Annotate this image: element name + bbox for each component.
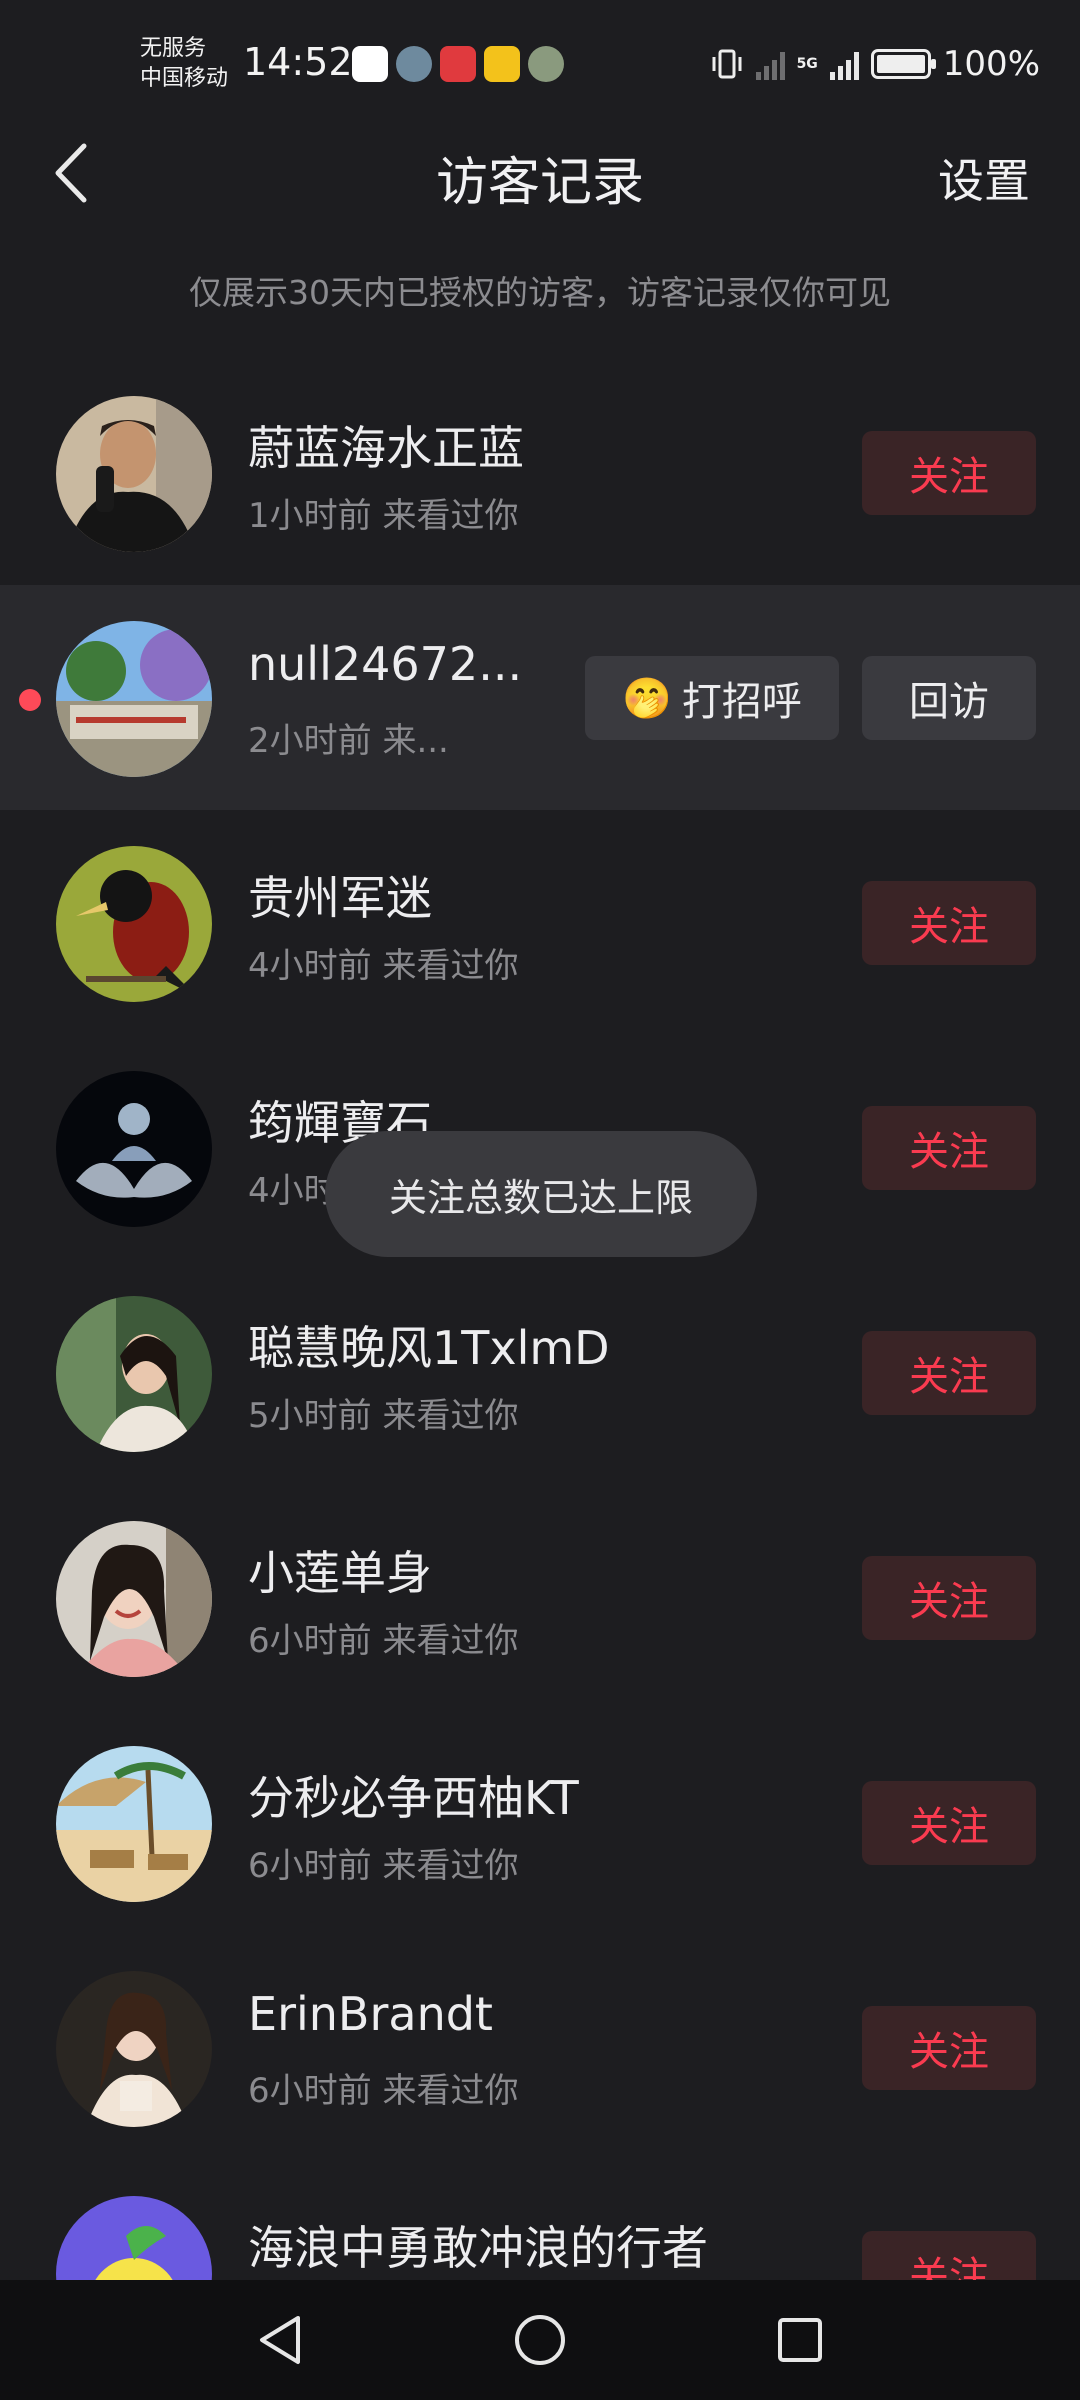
visit-time: 1小时前 来看过你 — [248, 496, 519, 536]
visitor-name: null24672... — [248, 637, 523, 691]
follow-button[interactable]: 关注 — [862, 1331, 1036, 1415]
visit-time: 4小时前 来看过你 — [248, 946, 519, 986]
circle-home-icon — [515, 2315, 565, 2365]
visit-time: 2小时前 来... — [248, 721, 449, 761]
revisit-button[interactable]: 回访 — [862, 656, 1036, 740]
avatar[interactable] — [56, 846, 212, 1002]
follow-button[interactable]: 关注 — [862, 431, 1036, 515]
nav-back-button[interactable] — [240, 2300, 320, 2380]
system-navigation-bar — [0, 2280, 1080, 2400]
visit-time: 6小时前 来看过你 — [248, 1621, 519, 1661]
vibrate-icon — [712, 49, 742, 79]
privacy-notice: 仅展示30天内已授权的访客，访客记录仅你可见 — [189, 273, 891, 312]
clock: 14:52 — [243, 40, 353, 84]
avatar[interactable] — [56, 1521, 212, 1677]
visitor-name: 小莲单身 — [248, 1546, 432, 1600]
visitor-name: 海浪中勇敢冲浪的行者 — [248, 2221, 708, 2275]
avatar[interactable] — [56, 1296, 212, 1452]
system-icons: 5G 100% — [710, 44, 1040, 84]
visitor-name: 蔚蓝海水正蓝 — [248, 421, 524, 475]
avatar[interactable] — [56, 396, 212, 552]
follow-button[interactable]: 关注 — [862, 1781, 1036, 1865]
say-hi-button[interactable]: 🤭 打招呼 — [585, 656, 839, 740]
visitor-row[interactable]: ErinBrandt 6小时前 来看过你 关注 — [0, 1935, 1080, 2160]
battery-percent: 100% — [942, 44, 1040, 84]
signal-bars-1-icon — [755, 48, 785, 80]
follow-button[interactable]: 关注 — [862, 881, 1036, 965]
toast-message: 关注总数已达上限 — [325, 1131, 757, 1257]
visitor-row[interactable]: 分秒必争西柚KT 6小时前 来看过你 关注 — [0, 1710, 1080, 1935]
signal-bars-2-icon — [829, 48, 859, 80]
status-bar: 无服务 中国移动 14:52 5G 100% — [0, 0, 1080, 130]
avatar[interactable] — [56, 1746, 212, 1902]
avatar[interactable] — [56, 1971, 212, 2127]
notification-photo-icon — [396, 46, 432, 82]
visitor-name: 贵州军迷 — [248, 871, 432, 925]
visitor-name: 聪慧晚风1TxlmD — [248, 1321, 610, 1375]
avatar[interactable] — [56, 1071, 212, 1227]
notification-app-icon — [352, 46, 388, 82]
visitor-row[interactable]: 蔚蓝海水正蓝 1小时前 来看过你 关注 — [0, 360, 1080, 585]
visitor-row[interactable]: 聪慧晚风1TxlmD 5小时前 来看过你 关注 — [0, 1260, 1080, 1485]
network-5g-tag: 5G — [796, 55, 818, 72]
visitor-row[interactable]: null24672... 2小时前 来... 🤭 打招呼 回访 — [0, 585, 1080, 810]
visitor-name: 分秒必争西柚KT — [248, 1771, 579, 1825]
visitor-row[interactable]: 小莲单身 6小时前 来看过你 关注 — [0, 1485, 1080, 1710]
visitor-row[interactable]: 贵州军迷 4小时前 来看过你 关注 — [0, 810, 1080, 1035]
avatar[interactable] — [56, 621, 212, 777]
visit-time: 6小时前 来看过你 — [248, 2071, 519, 2111]
settings-button[interactable]: 设置 — [938, 145, 1030, 211]
shy-smile-emoji-icon: 🤭 — [622, 675, 672, 722]
visit-time: 5小时前 来看过你 — [248, 1396, 519, 1436]
page-title: 访客记录 — [435, 153, 644, 213]
visit-time: 6小时前 来看过你 — [248, 1846, 519, 1886]
triangle-back-icon — [260, 2316, 300, 2364]
nav-recents-button[interactable] — [760, 2300, 840, 2380]
square-recents-icon — [778, 2318, 822, 2362]
notification-huawei-icon — [440, 46, 476, 82]
notification-video-icon — [484, 46, 520, 82]
carrier-text: 无服务 中国移动 — [140, 36, 229, 91]
nav-home-button[interactable] — [500, 2300, 580, 2380]
follow-button[interactable]: 关注 — [862, 1106, 1036, 1190]
follow-button[interactable]: 关注 — [862, 2006, 1036, 2090]
follow-button[interactable]: 关注 — [862, 1556, 1036, 1640]
visitor-name: ErinBrandt — [248, 1987, 493, 2041]
battery-icon — [870, 49, 936, 79]
unread-dot — [19, 689, 41, 711]
say-hi-label: 打招呼 — [681, 679, 802, 725]
notification-avatar-icon — [528, 46, 564, 82]
